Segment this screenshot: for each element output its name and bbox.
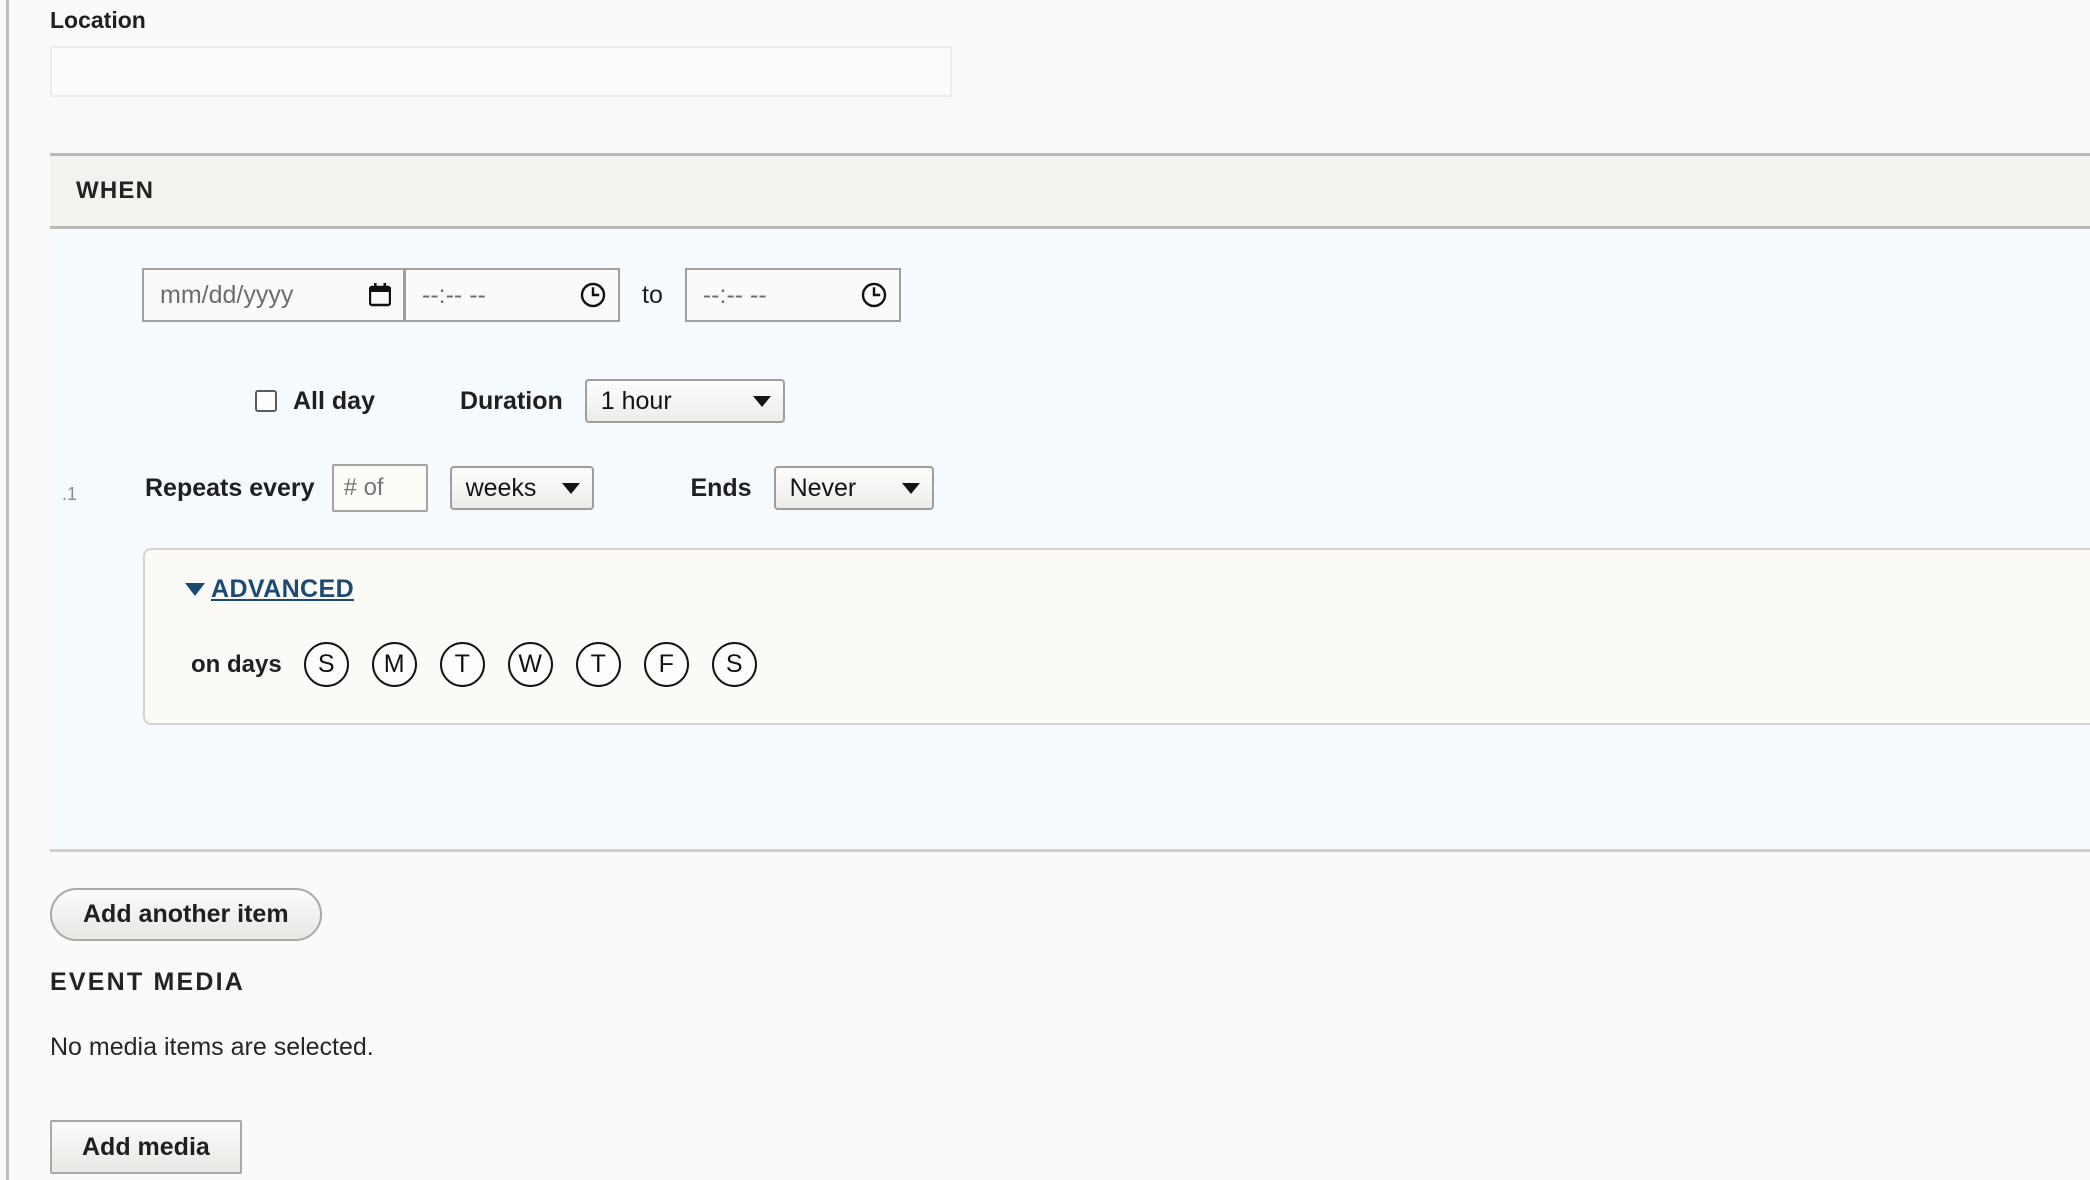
all-day-label: All day [293,386,375,415]
ends-select-value: Never [789,473,857,502]
repeat-rule-row: Repeats every weeks Ends Never [145,464,934,512]
end-time-placeholder: --:-- -- [702,280,767,309]
on-days-label: on days [191,650,282,678]
repeat-unit-select-value: weeks [465,473,537,502]
repeat-unit-select[interactable]: weeks [449,466,595,510]
advanced-toggle[interactable]: ADVANCED [185,575,354,604]
when-section-header: WHEN [50,153,2090,229]
event-media-section-title: EVENT MEDIA [50,968,246,996]
chevron-down-icon [901,482,920,494]
when-section-body: mm/dd/yyyy --:-- -- to --:-- -- All day … [50,229,2090,852]
time-range-separator-label: to [642,280,663,309]
clock-icon[interactable] [861,282,887,308]
chevron-down-icon [562,482,581,494]
location-input[interactable] [50,46,952,97]
day-toggle-sunday[interactable]: S [303,642,349,687]
ends-select[interactable]: Never [773,466,934,510]
ends-label: Ends [690,473,752,502]
duration-select-value: 1 hour [600,386,672,415]
duration-label: Duration [459,386,563,415]
chevron-down-icon [752,395,771,407]
event-date-input[interactable]: mm/dd/yyyy [142,268,404,322]
triangle-down-icon [185,583,205,596]
day-toggle-tuesday[interactable]: T [439,642,485,687]
repeat-row-marker: .1 [62,484,78,504]
event-start-time-input[interactable]: --:-- -- [404,268,620,322]
location-label: Location [50,7,146,33]
repeats-every-label: Repeats every [145,473,315,502]
advanced-panel: ADVANCED on days S M T W T F S [143,548,2090,725]
event-end-time-input[interactable]: --:-- -- [684,268,901,322]
day-toggle-monday[interactable]: M [371,642,417,687]
date-time-row: mm/dd/yyyy --:-- -- to --:-- -- [142,268,901,322]
date-placeholder: mm/dd/yyyy [160,280,294,309]
all-day-checkbox[interactable] [255,390,277,412]
location-field-group: Location [50,0,2090,97]
advanced-toggle-label[interactable]: ADVANCED [211,575,354,604]
day-toggle-wednesday[interactable]: W [507,642,553,687]
on-days-row: on days S M T W T F S [191,642,780,687]
repeat-interval-input[interactable] [331,464,428,512]
when-section-title: WHEN [76,177,155,204]
add-media-button[interactable]: Add media [50,1120,242,1174]
day-toggle-saturday[interactable]: S [711,642,757,687]
start-time-placeholder: --:-- -- [422,280,486,309]
all-day-duration-row: All day Duration 1 hour [255,379,785,423]
day-toggle-thursday[interactable]: T [575,642,621,687]
calendar-icon[interactable] [369,283,391,307]
add-another-item-button[interactable]: Add another item [50,888,322,941]
event-form: Location WHEN mm/dd/yyyy --:-- -- to --:… [0,0,2090,1180]
clock-icon[interactable] [580,282,606,308]
day-toggle-friday[interactable]: F [643,642,689,687]
event-media-empty-text: No media items are selected. [50,1033,374,1061]
duration-select[interactable]: 1 hour [584,379,785,423]
